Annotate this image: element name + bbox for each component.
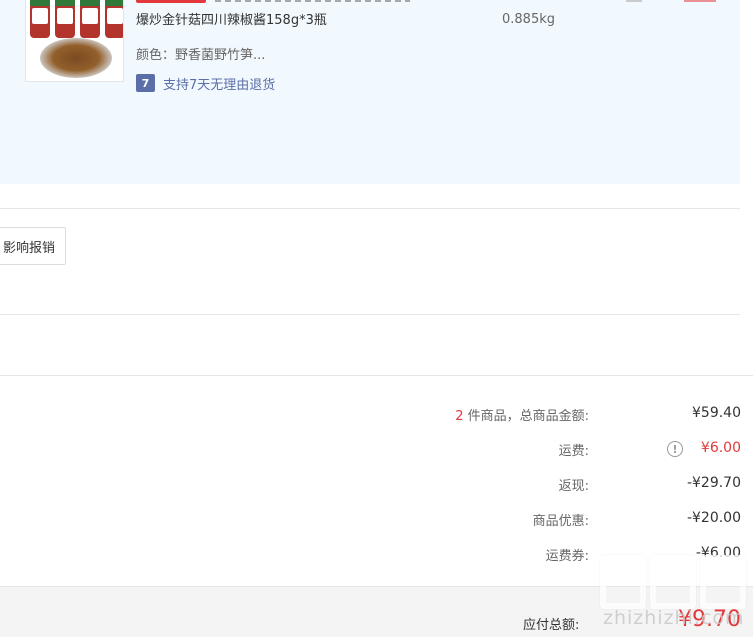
summary-discount-row: 商品优惠: -¥20.00	[0, 510, 753, 530]
jar-graphic	[105, 0, 123, 38]
goods-total-label: 2 件商品，总商品金额:	[455, 405, 589, 424]
seven-day-return-icon: 7	[136, 74, 155, 92]
summary-goods-row: 2 件商品，总商品金额: ¥59.40	[0, 405, 753, 425]
watermark-logo-icon	[600, 555, 750, 609]
jar-graphic	[80, 0, 100, 38]
jar-graphic	[55, 0, 75, 38]
total-label: 应付总额:	[523, 618, 580, 633]
quantity-cell	[626, 0, 642, 2]
return-policy-text: 支持7天无理由退货	[163, 77, 276, 93]
cashback-value: -¥29.70	[686, 475, 741, 491]
coupon-label: 运费券:	[545, 549, 589, 564]
summary-shipping-row: 运费: ! ¥6.00	[0, 440, 753, 460]
info-icon[interactable]: !	[667, 441, 683, 457]
cashback-label: 返现:	[558, 479, 589, 494]
jar-graphic	[30, 0, 50, 38]
goods-total-value: ¥59.40	[692, 405, 741, 421]
shipping-label: 运费:	[558, 444, 589, 459]
product-color-option: 颜色：野香菌野竹笋...	[136, 48, 266, 63]
divider	[0, 208, 740, 209]
divider	[0, 375, 753, 376]
discount-value: -¥20.00	[686, 510, 741, 526]
product-weight: 0.885kg	[502, 12, 555, 27]
promo-badge	[136, 0, 206, 3]
watermark-text: zhizhizhi.com	[603, 607, 745, 629]
item-count: 2	[455, 409, 464, 424]
shipping-value: ¥6.00	[700, 440, 741, 456]
product-title-overflow	[215, 0, 410, 2]
summary-cashback-row: 返现: -¥29.70	[0, 475, 753, 495]
product-thumbnail[interactable]	[25, 0, 124, 82]
invoice-button[interactable]: 影响报销	[0, 227, 66, 265]
stock-status-cell	[684, 0, 716, 2]
product-name[interactable]: 爆炒金针菇四川辣椒酱158g*3瓶	[136, 9, 327, 28]
discount-label: 商品优惠:	[532, 514, 589, 529]
bowl-graphic	[40, 38, 112, 78]
goods-label-text: 件商品，总商品金额:	[467, 409, 589, 424]
divider	[0, 314, 740, 315]
order-product-row: 爆炒金针菇四川辣椒酱158g*3瓶 0.885kg 颜色：野香菌野竹笋... 7…	[0, 0, 740, 184]
return-policy: 7 支持7天无理由退货	[136, 74, 276, 93]
